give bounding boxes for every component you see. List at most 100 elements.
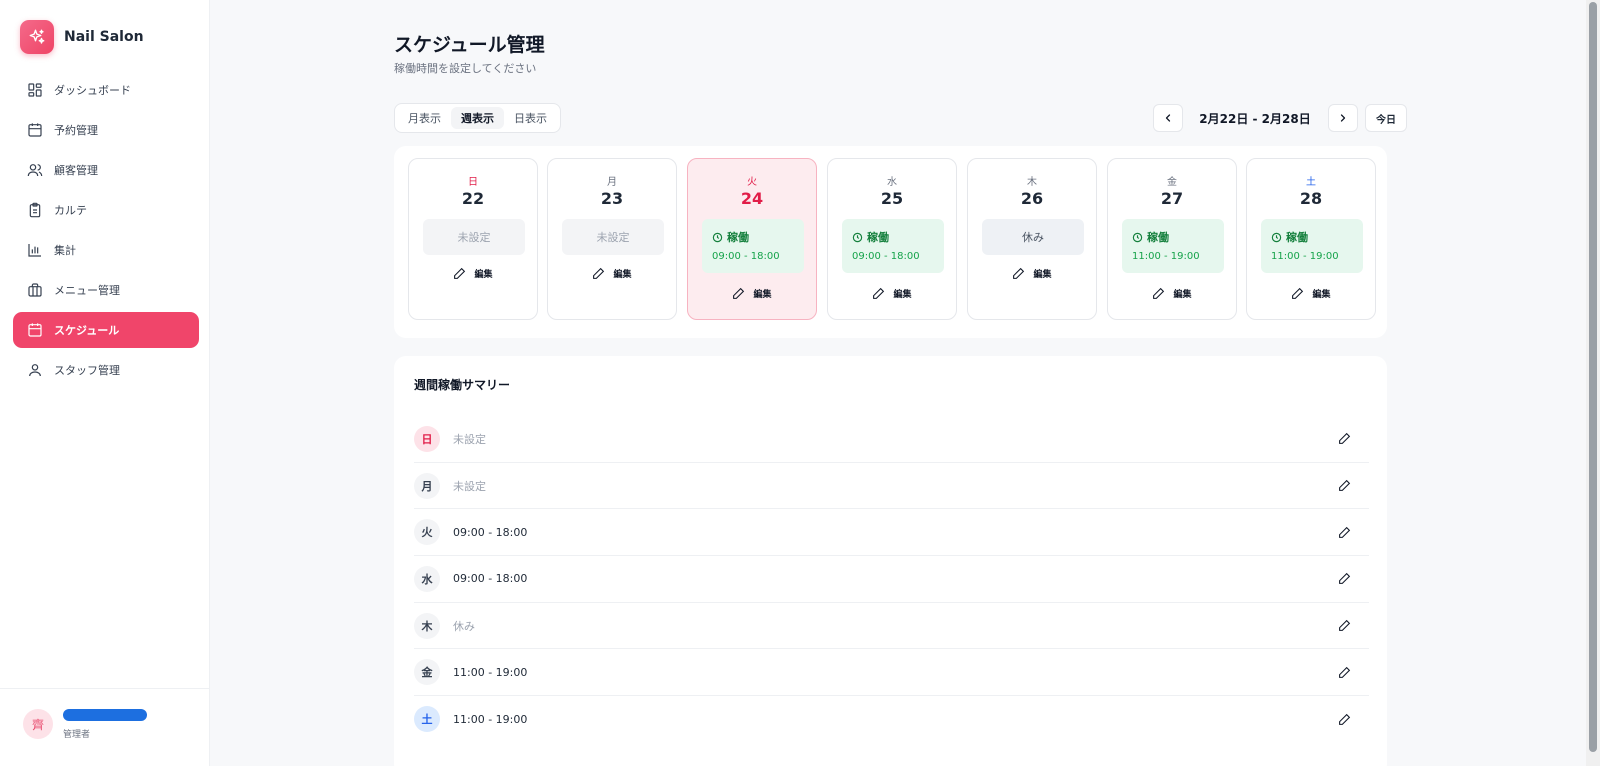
month-view-button[interactable]: 月表示	[398, 107, 451, 129]
edit-button[interactable]: 編集	[828, 287, 956, 300]
pencil-icon[interactable]	[1335, 570, 1353, 588]
bar-chart-icon	[27, 242, 43, 258]
summary-row-friday: 金 11:00 - 19:00	[414, 649, 1369, 697]
sidebar-item-menu[interactable]: メニュー管理	[13, 272, 199, 308]
pencil-icon	[1291, 287, 1304, 300]
day-card-wednesday[interactable]: 水 25 稼働 09:00 - 18:00 編集	[827, 158, 957, 320]
day-card-saturday[interactable]: 土 28 稼働 11:00 - 19:00 編集	[1246, 158, 1376, 320]
day-card-monday[interactable]: 月 23 未設定 編集	[547, 158, 677, 320]
edit-button[interactable]: 編集	[1247, 287, 1375, 300]
summary-title: 週間稼働サマリー	[414, 378, 511, 392]
sidebar-item-reservations[interactable]: 予約管理	[13, 112, 199, 148]
scrollbar[interactable]	[1586, 0, 1600, 766]
view-toggle: 月表示 週表示 日表示	[394, 103, 561, 133]
clock-icon	[712, 232, 723, 243]
avatar: 齊	[23, 709, 53, 739]
pencil-icon	[1012, 267, 1025, 280]
edit-button[interactable]: 編集	[968, 267, 1096, 280]
summary-list: 日 未設定 月 未設定 火 09:00 - 18:00 水 09:00 - 18…	[414, 416, 1369, 743]
day-weekday: 木	[1027, 177, 1037, 188]
working-time: 11:00 - 19:00	[1271, 251, 1339, 262]
edit-label: 編集	[613, 270, 632, 280]
day-date: 28	[1299, 189, 1323, 208]
sidebar-item-karte[interactable]: カルテ	[13, 192, 199, 228]
sidebar-item-label: カルテ	[54, 204, 87, 217]
pencil-icon	[1152, 287, 1165, 300]
main-content: スケジュール管理 稼働時間を設定してください 月表示 週表示 日表示 2月22日…	[210, 0, 1586, 766]
pencil-icon[interactable]	[1335, 710, 1353, 728]
previous-week-button[interactable]	[1153, 104, 1183, 132]
edit-button[interactable]: 編集	[548, 267, 676, 280]
summary-row-tuesday: 火 09:00 - 18:00	[414, 509, 1369, 557]
chevron-left-icon	[1165, 114, 1171, 122]
pencil-icon[interactable]	[1335, 523, 1353, 541]
users-icon	[27, 162, 43, 178]
day-weekday: 土	[1306, 177, 1316, 188]
edit-label: 編集	[474, 270, 493, 280]
status-label: 稼働	[1286, 231, 1308, 244]
dashboard-icon	[27, 82, 43, 98]
working-status: 稼働	[852, 229, 944, 245]
pencil-icon[interactable]	[1335, 663, 1353, 681]
working-hours: 稼働 09:00 - 18:00	[702, 219, 804, 273]
day-badge: 日	[414, 425, 440, 452]
edit-button[interactable]: 編集	[409, 267, 537, 280]
summary-value: 未設定	[453, 479, 486, 493]
summary-value: 未設定	[453, 432, 486, 446]
pencil-icon[interactable]	[1335, 617, 1353, 635]
user-role: 管理者	[63, 730, 91, 740]
edit-label: 編集	[1312, 290, 1331, 300]
edit-label: 編集	[1173, 290, 1192, 300]
sidebar-item-label: スタッフ管理	[54, 364, 120, 377]
pencil-icon[interactable]	[1335, 430, 1353, 448]
day-weekday: 火	[747, 177, 757, 188]
clock-icon	[852, 232, 863, 243]
edit-button[interactable]: 編集	[688, 287, 816, 300]
day-view-button[interactable]: 日表示	[504, 107, 557, 129]
day-date: 25	[880, 189, 904, 208]
calendar-icon	[27, 322, 43, 338]
pencil-icon	[453, 267, 466, 280]
edit-button[interactable]: 編集	[1108, 287, 1236, 300]
clipboard-icon	[27, 202, 43, 218]
sidebar-item-staff[interactable]: スタッフ管理	[13, 352, 199, 388]
day-card-tuesday[interactable]: 火 24 稼働 09:00 - 18:00 編集	[687, 158, 817, 320]
day-badge: 水	[414, 565, 440, 592]
edit-label: 編集	[753, 290, 772, 300]
sidebar-item-schedule[interactable]: スケジュール	[13, 312, 199, 348]
sidebar-item-dashboard[interactable]: ダッシュボード	[13, 72, 199, 108]
page-subtitle: 稼働時間を設定してください	[394, 62, 537, 75]
summary-row-wednesday: 水 09:00 - 18:00	[414, 556, 1369, 603]
user-icon	[27, 362, 43, 378]
status-unset: 未設定	[423, 219, 525, 255]
pencil-icon[interactable]	[1335, 477, 1353, 495]
today-button[interactable]: 今日	[1365, 104, 1407, 132]
sidebar-nav: ダッシュボード 予約管理 顧客管理 カルテ 集計 メニュー管理 スケジュール ス…	[13, 72, 199, 392]
day-weekday: 日	[468, 177, 478, 188]
status-day-off: 休み	[982, 219, 1084, 255]
scrollbar-thumb[interactable]	[1589, 2, 1597, 752]
sidebar-item-analytics[interactable]: 集計	[13, 232, 199, 268]
day-card-sunday[interactable]: 日 22 未設定 編集	[408, 158, 538, 320]
brand[interactable]: Nail Salon	[20, 20, 144, 54]
next-week-button[interactable]	[1328, 104, 1358, 132]
status-label: 稼働	[1147, 231, 1169, 244]
working-status: 稼働	[1271, 229, 1363, 245]
summary-value: 09:00 - 18:00	[453, 572, 528, 586]
day-card-thursday[interactable]: 木 26 休み 編集	[967, 158, 1097, 320]
date-range: 2月22日 - 2月28日	[1199, 112, 1311, 126]
user-profile[interactable]: 齊 管理者	[0, 688, 210, 766]
edit-label: 編集	[1033, 270, 1052, 280]
sparkles-icon	[20, 20, 54, 54]
day-badge: 火	[414, 519, 440, 546]
sidebar-item-label: 集計	[54, 244, 76, 257]
day-badge: 木	[414, 612, 440, 639]
day-date: 26	[1020, 189, 1044, 208]
working-status: 稼働	[1132, 229, 1224, 245]
day-badge: 月	[414, 472, 440, 499]
day-date: 27	[1160, 189, 1184, 208]
sidebar-item-label: 顧客管理	[54, 164, 98, 177]
day-card-friday[interactable]: 金 27 稼働 11:00 - 19:00 編集	[1107, 158, 1237, 320]
week-view-button[interactable]: 週表示	[451, 107, 504, 129]
sidebar-item-customers[interactable]: 顧客管理	[13, 152, 199, 188]
